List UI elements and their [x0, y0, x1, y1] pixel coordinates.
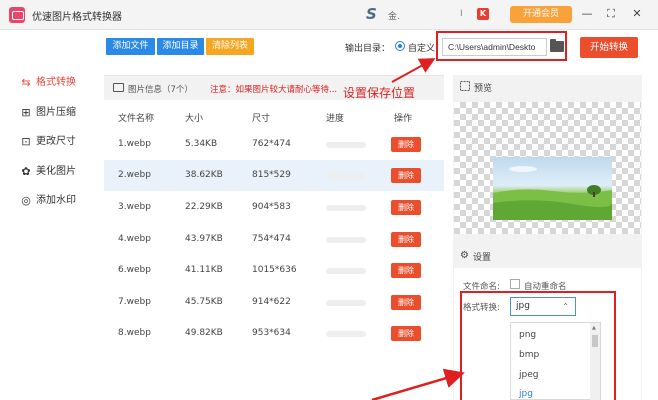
file-dims: 815*529: [252, 170, 291, 180]
progress-bar: [326, 300, 366, 306]
sidebar-item-label: 添加水印: [36, 195, 76, 206]
table-row[interactable]: 7.webp 45.75KB 914*622 删除: [104, 287, 444, 318]
separator: I: [460, 9, 463, 19]
user-logo-icon[interactable]: S: [366, 5, 377, 23]
table-row[interactable]: 3.webp 22.29KB 904*583 删除: [104, 192, 444, 223]
table-row[interactable]: 6.webp 41.11KB 1015*636 删除: [104, 255, 444, 286]
progress-bar: [326, 173, 366, 179]
file-dims: 754*474: [252, 234, 291, 244]
maximize-icon[interactable]: ⛶: [604, 7, 618, 21]
sidebar-item-label: 更改尺寸: [36, 136, 76, 147]
col-header-action: 操作: [394, 114, 413, 124]
col-header-size: 大小: [185, 114, 204, 124]
progress-bar: [326, 331, 366, 337]
sidebar-item-beautify[interactable]: ✿ 美化图片: [0, 161, 104, 183]
brand-icon[interactable]: K: [477, 8, 489, 20]
file-size: 5.34KB: [185, 139, 218, 149]
swap-icon: ⇆: [21, 76, 31, 89]
close-icon[interactable]: ✕: [630, 7, 644, 20]
preview-label: 预览: [474, 84, 493, 94]
compress-icon: ⊞: [21, 106, 31, 119]
file-name: 2.webp: [118, 170, 151, 180]
table-row[interactable]: 2.webp 38.62KB 815*529 删除: [104, 160, 444, 191]
landscape-drawing: [493, 166, 612, 220]
custom-radio[interactable]: [395, 41, 405, 51]
sidebar-item-resize[interactable]: ⊡ 更改尺寸: [0, 131, 104, 153]
sidebar-item-label: 美化图片: [36, 166, 76, 177]
highlight-box-path: [436, 31, 567, 61]
app-title: 优速图片格式转换器: [32, 12, 122, 23]
table-row[interactable]: 8.webp 49.82KB 953*634 删除: [104, 318, 444, 349]
preview-icon: [460, 81, 470, 91]
add-file-button[interactable]: 添加文件: [106, 38, 155, 55]
file-size: 41.11KB: [185, 265, 223, 275]
output-dir-label: 输出目录：: [345, 44, 391, 54]
highlight-box-format: [460, 291, 616, 400]
add-folder-button[interactable]: 添加目录: [157, 38, 204, 55]
file-dims: 953*634: [252, 328, 291, 338]
auto-rename-checkbox[interactable]: [510, 279, 520, 289]
sidebar-item-format-convert[interactable]: ⇆ 格式转换: [0, 72, 104, 94]
delete-button[interactable]: 删除: [391, 263, 421, 278]
sidebar-item-watermark[interactable]: ◎ 添加水印: [0, 190, 104, 212]
file-size: 22.29KB: [185, 202, 223, 212]
user-name[interactable]: 金.: [388, 9, 400, 22]
delete-button[interactable]: 删除: [391, 232, 421, 247]
col-header-name: 文件名称: [118, 114, 155, 124]
file-dims: 904*583: [252, 202, 291, 212]
preview-image: [493, 157, 612, 220]
file-count: 图片信息（7个）: [128, 85, 193, 95]
progress-bar: [326, 268, 366, 274]
file-dims: 762*474: [252, 139, 291, 149]
file-size: 49.82KB: [185, 328, 223, 338]
sidebar-item-label: 格式转换: [36, 77, 76, 88]
settings-label: 设置: [473, 253, 492, 263]
file-name: 3.webp: [118, 202, 151, 212]
file-list-panel: 图片信息（7个） 注意：如果图片较大请耐心等待... 文件名称 大小 尺寸 进度…: [104, 75, 444, 400]
delete-button[interactable]: 删除: [391, 200, 421, 215]
start-convert-button[interactable]: 开始转换: [580, 37, 638, 58]
file-name: 8.webp: [118, 328, 151, 338]
file-size: 43.97KB: [185, 234, 223, 244]
table-row[interactable]: 1.webp 5.34KB 762*474 删除: [104, 129, 444, 160]
title-bar: 优速图片格式转换器 S 金. I K 开通会员 — ⛶ ✕: [0, 0, 658, 30]
sidebar-item-label: 图片压缩: [36, 107, 76, 118]
gear-icon: ⚙: [460, 250, 469, 261]
sidebar: ⇆ 格式转换 ⊞ 图片压缩 ⊡ 更改尺寸 ✿ 美化图片 ◎ 添加水印: [0, 30, 104, 400]
vip-button[interactable]: 开通会员: [510, 6, 572, 23]
delete-button[interactable]: 删除: [391, 168, 421, 183]
watermark-icon: ◎: [21, 194, 31, 207]
app-logo-icon: [9, 7, 25, 23]
clear-list-button[interactable]: 清除列表: [206, 38, 254, 55]
file-dims: 1015*636: [252, 265, 297, 275]
progress-bar: [326, 205, 366, 211]
col-header-progress: 进度: [326, 114, 345, 124]
file-size: 38.62KB: [185, 170, 223, 180]
delete-button[interactable]: 删除: [391, 137, 421, 152]
custom-radio-label[interactable]: 自定义: [408, 41, 435, 54]
annotation-text: 设置保存位置: [343, 86, 416, 100]
progress-bar: [326, 142, 366, 148]
progress-bar: [326, 237, 366, 243]
image-icon: [113, 83, 124, 92]
file-name: 7.webp: [118, 297, 151, 307]
file-name: 6.webp: [118, 265, 151, 275]
col-header-dims: 尺寸: [252, 114, 271, 124]
table-row[interactable]: 4.webp 43.97KB 754*474 删除: [104, 224, 444, 255]
minimize-icon[interactable]: —: [580, 7, 594, 20]
file-dims: 914*622: [252, 297, 291, 307]
beautify-icon: ✿: [21, 165, 31, 178]
delete-button[interactable]: 删除: [391, 295, 421, 310]
delete-button[interactable]: 删除: [391, 326, 421, 341]
sidebar-item-compress[interactable]: ⊞ 图片压缩: [0, 102, 104, 124]
file-name: 4.webp: [118, 234, 151, 244]
warning-text: 注意：如果图片较大请耐心等待...: [210, 85, 338, 95]
file-name: 1.webp: [118, 139, 151, 149]
file-size: 45.75KB: [185, 297, 223, 307]
resize-icon: ⊡: [21, 135, 31, 148]
